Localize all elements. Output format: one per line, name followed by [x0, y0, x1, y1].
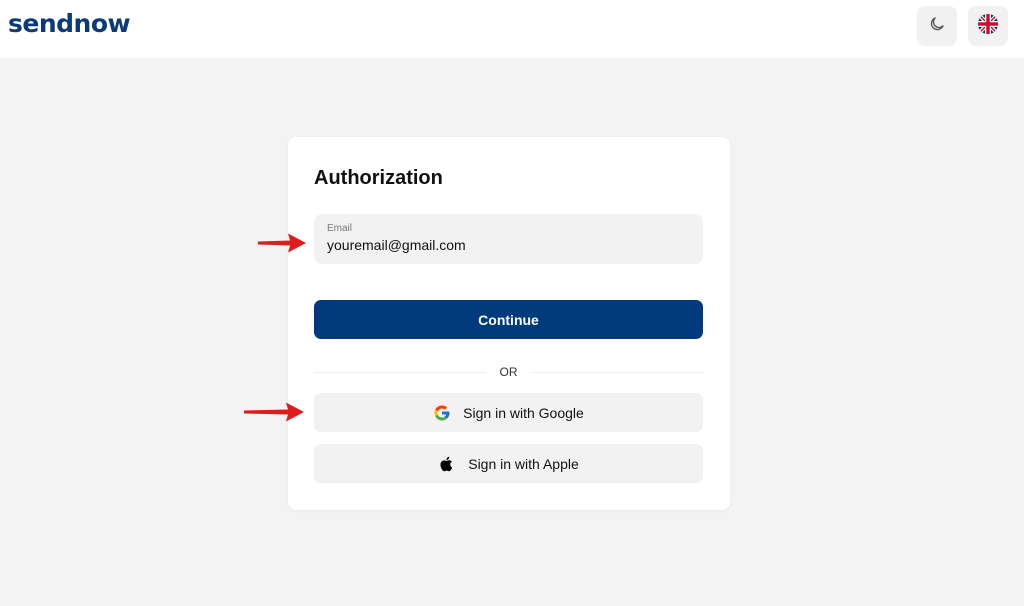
apple-icon: [438, 455, 456, 473]
email-field[interactable]: Email youremail@gmail.com: [314, 214, 703, 264]
apple-signin-label: Sign in with Apple: [468, 455, 579, 472]
language-button[interactable]: [968, 6, 1008, 46]
google-signin-button[interactable]: Sign in with Google: [314, 393, 703, 432]
red-arrow-icon: [258, 233, 306, 253]
or-divider: OR: [314, 364, 703, 380]
email-label: Email: [327, 223, 353, 234]
auth-card: Authorization Email youremail@gmail.com …: [288, 137, 730, 510]
page-title: Authorization: [314, 167, 443, 189]
uk-flag-icon: [978, 13, 998, 39]
moon-icon: [928, 15, 946, 38]
email-input[interactable]: youremail@gmail.com: [327, 237, 466, 253]
app-logo[interactable]: sendnow: [8, 9, 131, 38]
google-icon: [433, 404, 451, 422]
continue-button[interactable]: Continue: [314, 300, 703, 339]
google-signin-label: Sign in with Google: [463, 404, 584, 421]
divider-line: [531, 372, 703, 373]
theme-toggle-button[interactable]: [917, 6, 957, 46]
top-bar: sendnow: [0, 0, 1024, 58]
red-arrow-icon: [244, 402, 304, 422]
apple-signin-button[interactable]: Sign in with Apple: [314, 444, 703, 483]
